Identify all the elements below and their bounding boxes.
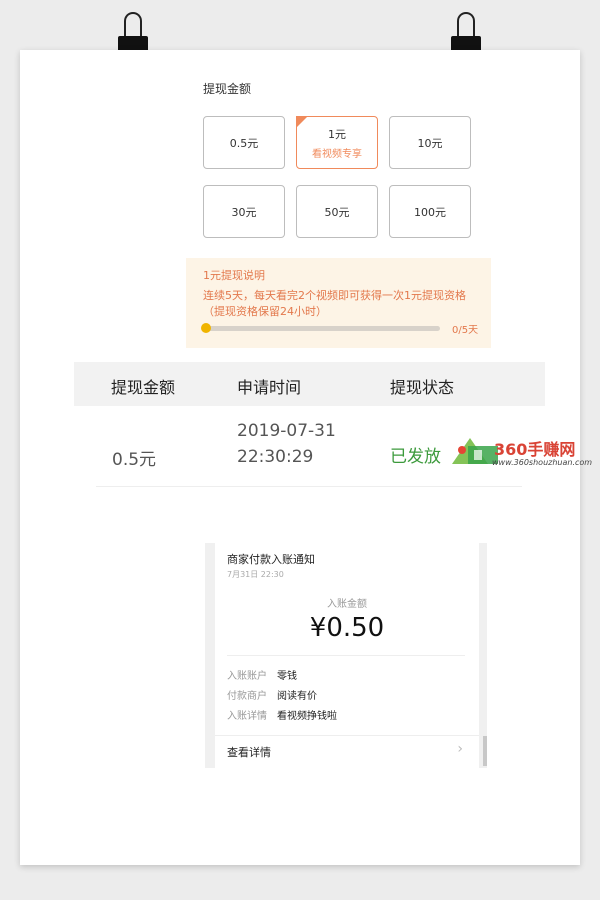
amount-option-30[interactable]: 30元 bbox=[203, 185, 285, 238]
amount-option-sub: 看视频专享 bbox=[312, 148, 362, 160]
amount-option-10[interactable]: 10元 bbox=[389, 116, 471, 169]
receipt-value-merchant: 阅读有价 bbox=[277, 691, 317, 702]
amount-option-50[interactable]: 50元 bbox=[296, 185, 378, 238]
amount-option-label: 50元 bbox=[324, 205, 350, 219]
amount-option-100[interactable]: 100元 bbox=[389, 185, 471, 238]
amount-option-label: 30元 bbox=[231, 205, 257, 219]
row-date: 2019-07-31 bbox=[237, 421, 336, 441]
header-time: 申请时间 bbox=[237, 378, 302, 397]
receipt-amount-label: 入账金额 bbox=[327, 599, 367, 610]
row-time: 22:30:29 bbox=[237, 447, 314, 467]
row-status: 已发放 bbox=[390, 447, 441, 467]
receipt-key-detail: 入账详情 bbox=[227, 711, 267, 722]
watermark-url: www.360shouzhuan.com bbox=[492, 458, 593, 467]
progress-text: 0/5天 bbox=[452, 325, 479, 336]
payment-receipt-card: 商家付款入账通知 7月31日 22:30 入账金额 ¥0.50 入账账户 零钱 … bbox=[205, 543, 487, 768]
receipt-value-detail: 看视频挣钱啦 bbox=[277, 711, 337, 722]
amount-option-1-selected[interactable]: 1元 看视频专享 bbox=[296, 116, 378, 169]
progress-dot-icon bbox=[201, 323, 211, 333]
row-divider bbox=[96, 486, 522, 487]
progress-bar bbox=[201, 323, 440, 333]
receipt-divider-2 bbox=[215, 735, 479, 736]
receipt-title: 商家付款入账通知 bbox=[227, 553, 315, 566]
scrollbar[interactable] bbox=[483, 736, 487, 766]
notice-title: 1元提现说明 bbox=[203, 269, 265, 282]
amount-option-label: 0.5元 bbox=[229, 136, 259, 150]
amount-option-label: 100元 bbox=[414, 205, 446, 219]
amount-option-0-5[interactable]: 0.5元 bbox=[203, 116, 285, 169]
amount-option-label: 10元 bbox=[417, 136, 443, 150]
amount-option-label: 1元 bbox=[328, 127, 346, 141]
receipt-key-account: 入账账户 bbox=[227, 671, 267, 682]
receipt-divider bbox=[227, 655, 465, 656]
receipt-date: 7月31日 22:30 bbox=[227, 570, 284, 579]
watermark: 360手赚网 www.360shouzhuan.com bbox=[450, 434, 592, 474]
row-amount: 0.5元 bbox=[112, 450, 157, 470]
withdraw-amount-title: 提现金额 bbox=[203, 82, 252, 96]
view-details-link[interactable]: 查看详情 bbox=[227, 744, 271, 760]
chevron-right-icon[interactable]: › bbox=[457, 741, 463, 757]
header-status: 提现状态 bbox=[390, 378, 455, 397]
receipt-amount: ¥0.50 bbox=[309, 613, 385, 643]
receipt-value-account: 零钱 bbox=[277, 671, 297, 682]
record-table-header: 提现金额 申请时间 提现状态 bbox=[74, 362, 545, 406]
withdraw-notice: 1元提现说明 连续5天，每天看完2个视频即可获得一次1元提现资格（提现资格保留2… bbox=[186, 258, 491, 348]
header-amount: 提现金额 bbox=[111, 378, 176, 397]
receipt-key-merchant: 付款商户 bbox=[227, 691, 267, 702]
notice-description: 连续5天，每天看完2个视频即可获得一次1元提现资格（提现资格保留24小时） bbox=[203, 289, 466, 318]
selected-corner-icon bbox=[296, 116, 308, 128]
watermark-text: 360手赚网 bbox=[494, 440, 576, 459]
